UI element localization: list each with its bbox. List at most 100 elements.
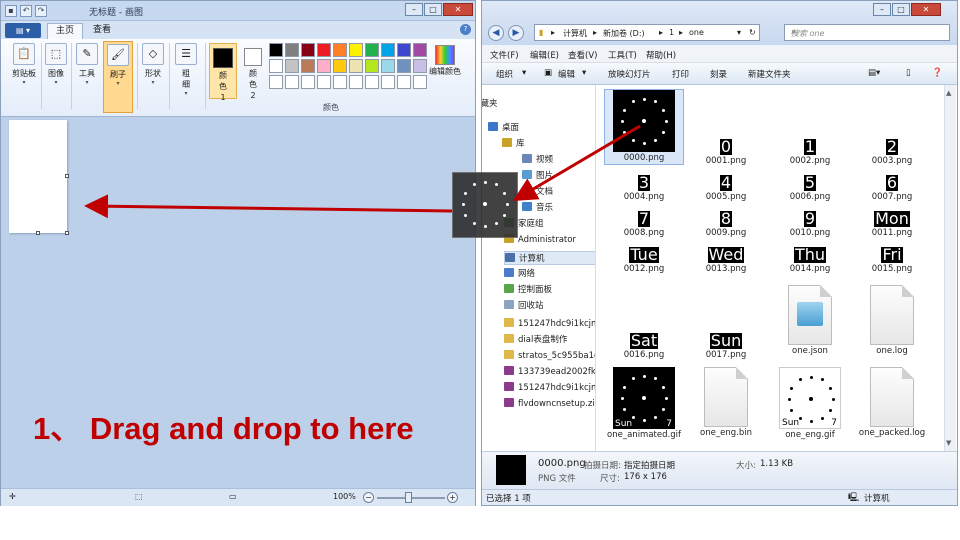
palette-swatch[interactable] [333,43,347,57]
palette-swatch[interactable] [317,43,331,57]
palette-swatch[interactable] [285,59,299,73]
image-group[interactable]: ⬚ 图像 ▾ [43,41,69,113]
nav-item[interactable]: flvdowncnsetup.zip [504,397,595,411]
canvas-resize-handle-corner[interactable] [65,231,69,235]
details-date-value[interactable]: 指定拍摄日期 [624,459,675,471]
close-button[interactable]: ✕ [911,3,941,16]
menu-file[interactable]: 文件(F) [490,49,519,61]
burn-button[interactable]: 刻录 [710,68,727,80]
palette-swatch[interactable] [269,43,283,57]
brush-button[interactable]: 🖌 刷子 ▾ [103,41,133,113]
palette-swatch[interactable] [349,59,363,73]
file-item[interactable]: Sun 7 one_animated.gif [604,367,684,441]
nav-item[interactable]: 151247hdc9i1kcjm [504,381,595,395]
address-bar[interactable]: ▮ ▸ 计算机 ▸ 新加卷 (D:) ▸ 1 ▸ one ▾ ↻ [534,24,760,41]
palette-swatch[interactable] [317,59,331,73]
file-item[interactable]: 0000.png [604,89,684,165]
file-item[interactable]: Tue 0012.png [604,241,684,275]
zoom-in-button[interactable]: + [447,492,458,503]
file-item[interactable]: 6 0007.png [852,169,932,203]
vertical-scrollbar[interactable]: ▲ ▼ [944,85,956,451]
nav-item[interactable]: 控制面板 [504,283,595,297]
palette-swatch[interactable] [317,75,331,89]
edit-colors-button[interactable]: 编辑颜色 [425,43,465,77]
color1-button[interactable]: 颜色 1 [209,43,237,102]
file-item[interactable]: 7 0008.png [604,205,684,239]
address-dropdown-icon[interactable]: ▾ [737,28,741,37]
file-item[interactable]: one_packed.log [852,367,932,439]
nav-item[interactable]: dial表盘制作 [504,333,595,347]
breadcrumb-folder-one[interactable]: one [689,28,704,37]
file-item[interactable]: Sun 0017.png [686,327,766,361]
tab-home[interactable]: 主页 [47,23,84,39]
palette-swatch[interactable] [381,75,395,89]
palette-swatch[interactable] [413,75,427,89]
palette-swatch[interactable] [333,75,347,89]
tools-group[interactable]: ✎ 工具 ▾ [73,41,101,113]
file-item[interactable]: 2 0003.png [852,133,932,167]
slideshow-button[interactable]: 放映幻灯片 [608,68,651,80]
palette-swatch[interactable] [301,43,315,57]
new-folder-button[interactable]: 新建文件夹 [748,68,791,80]
palette-swatch[interactable] [349,43,363,57]
paint-canvas[interactable] [9,120,67,233]
zoom-out-button[interactable]: − [363,492,374,503]
file-item[interactable]: 9 0010.png [770,205,850,239]
paint-app-menu-button[interactable]: ▤ ▾ [5,23,41,38]
file-item[interactable]: Fri 0015.png [852,241,932,275]
file-item[interactable]: 4 0005.png [686,169,766,203]
line-width-button[interactable]: ☰ 粗细 ▾ [171,41,201,113]
file-item[interactable]: one_eng.bin [686,367,766,439]
scroll-up-arrow[interactable]: ▲ [946,89,951,97]
maximize-button[interactable]: □ [892,3,910,16]
palette-swatch[interactable] [301,75,315,89]
clipboard-group[interactable]: 📋 剪贴板 ▾ [7,41,41,113]
file-item[interactable]: Mon 0011.png [852,205,932,239]
file-item[interactable]: Thu 0014.png [770,241,850,275]
save-icon[interactable]: ▪ [5,5,17,17]
nav-item[interactable]: 音乐 [522,201,595,215]
back-button[interactable]: ◀ [488,25,504,41]
nav-item[interactable]: 库 [502,137,595,151]
canvas-resize-handle-right[interactable] [65,174,69,178]
palette-swatch[interactable] [397,59,411,73]
view-options-icon[interactable]: ▤▾ [868,68,880,78]
breadcrumb-drive[interactable]: 新加卷 (D:) [603,28,645,39]
nav-item[interactable]: 回收站 [504,299,595,313]
paint-title-bar[interactable]: ▪ ↶ ↷ 无标题 - 画图 – □ ✕ [1,1,475,21]
refresh-icon[interactable]: ↻ [749,28,756,37]
palette-swatch[interactable] [365,75,379,89]
shapes-group[interactable]: ◇ 形状 ▾ [139,41,167,113]
nav-item[interactable]: 文档 [522,185,595,199]
menu-view[interactable]: 查看(V) [568,49,597,61]
palette-swatch[interactable] [333,59,347,73]
redo-icon[interactable]: ↷ [35,5,47,17]
file-item[interactable]: one.log [852,285,932,357]
palette-swatch[interactable] [301,59,315,73]
menu-tools[interactable]: 工具(T) [608,49,637,61]
palette-swatch[interactable] [285,75,299,89]
nav-item[interactable]: 网络 [504,267,595,281]
menu-help[interactable]: 帮助(H) [646,49,676,61]
file-item[interactable]: Wed 0013.png [686,241,766,275]
maximize-button[interactable]: □ [424,3,442,16]
palette-swatch[interactable] [269,75,283,89]
minimize-button[interactable]: – [405,3,423,16]
nav-item[interactable]: 151247hdc9i1kcjm [504,317,595,331]
palette-swatch[interactable] [365,43,379,57]
forward-button[interactable]: ▶ [508,25,524,41]
organize-button[interactable]: 组织 [496,68,513,80]
scroll-down-arrow[interactable]: ▼ [946,439,951,447]
help-icon[interactable]: ? [460,24,471,35]
palette-swatch[interactable] [381,43,395,57]
file-item[interactable]: Sat 0016.png [604,327,684,361]
file-item[interactable]: 5 0006.png [770,169,850,203]
breadcrumb-computer[interactable]: 计算机 [563,28,587,39]
palette-swatch[interactable] [397,75,411,89]
search-box[interactable]: 搜索 one ⌕ [784,24,950,41]
palette-swatch[interactable] [349,75,363,89]
canvas-resize-handle-bottom[interactable] [36,231,40,235]
nav-item[interactable]: 视频 [522,153,595,167]
palette-swatch[interactable] [365,59,379,73]
palette-swatch[interactable] [397,43,411,57]
